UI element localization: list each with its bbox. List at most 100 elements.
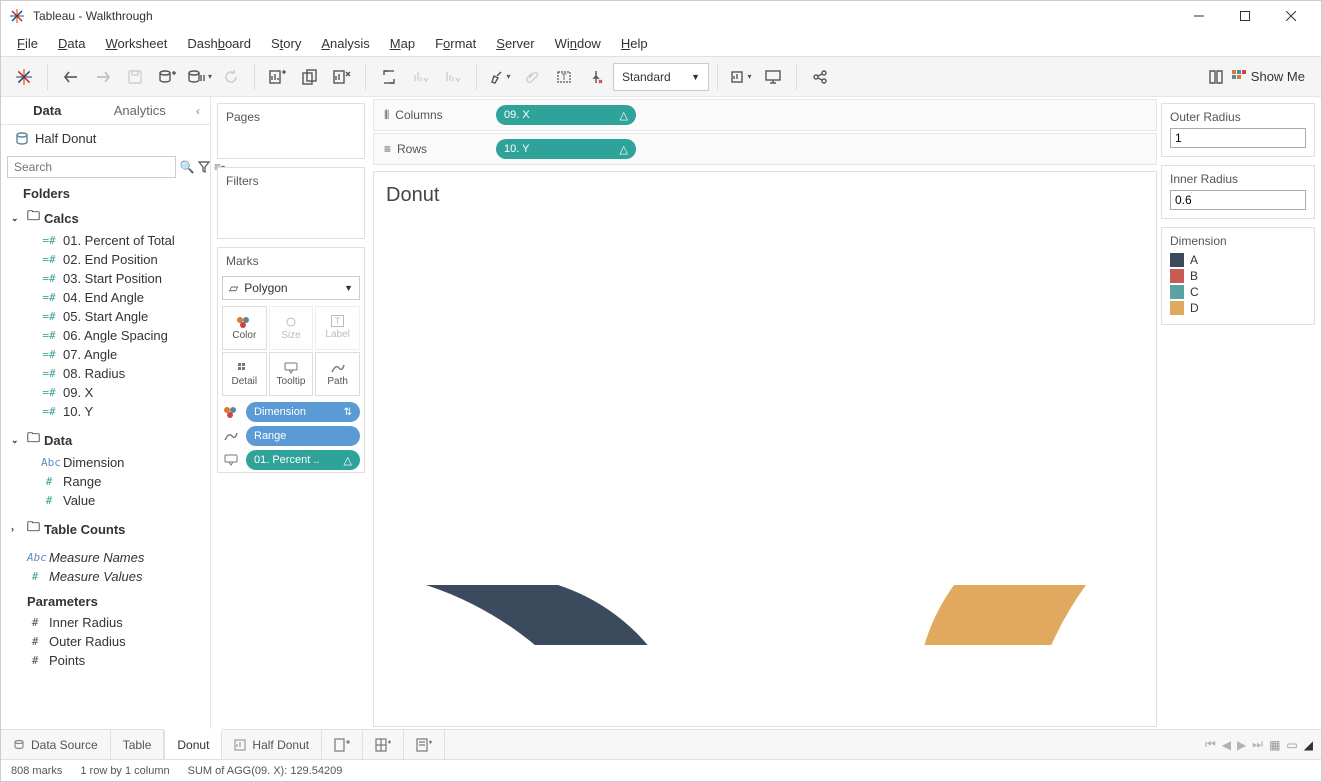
marks-label-button[interactable]: TLabel xyxy=(315,306,360,350)
folder-tablecounts[interactable]: › 🗀 Table Counts xyxy=(9,516,202,542)
field-item[interactable]: =#05. Start Angle xyxy=(9,307,202,326)
sort-tabs-icon[interactable]: ◢ xyxy=(1304,738,1313,752)
refresh-button[interactable] xyxy=(216,62,246,92)
labels-button[interactable]: T xyxy=(549,62,579,92)
legend-item[interactable]: C xyxy=(1170,284,1306,300)
save-button[interactable] xyxy=(120,62,150,92)
sort-desc-button[interactable] xyxy=(438,62,468,92)
menu-window[interactable]: Window xyxy=(547,34,609,53)
field-measure-names[interactable]: Abc Measure Names xyxy=(9,548,202,567)
visualization-canvas[interactable]: Donut xyxy=(373,171,1157,727)
columns-pill[interactable]: 09. X △ xyxy=(496,105,636,125)
rows-shelf[interactable]: ≡Rows 10. Y △ xyxy=(373,133,1157,165)
marks-pill[interactable]: 01. Percent ..△ xyxy=(222,450,360,470)
viz-title[interactable]: Donut xyxy=(386,184,1144,207)
menu-map[interactable]: Map xyxy=(382,34,423,53)
field-item[interactable]: #Range xyxy=(9,472,202,491)
show-cards-button[interactable]: ▾ xyxy=(726,62,756,92)
new-story-tab[interactable] xyxy=(404,730,445,759)
collapse-sidepane-button[interactable]: ‹ xyxy=(186,97,210,124)
new-datasource-button[interactable] xyxy=(152,62,182,92)
duplicate-button[interactable] xyxy=(295,62,325,92)
pin-button[interactable] xyxy=(581,62,611,92)
menu-story[interactable]: Story xyxy=(263,34,309,53)
menu-format[interactable]: Format xyxy=(427,34,484,53)
filmstrip-icon[interactable]: ▭ xyxy=(1286,738,1297,752)
rows-pill[interactable]: 10. Y △ xyxy=(496,139,636,159)
tab-data[interactable]: Data xyxy=(1,97,94,124)
legend-item[interactable]: D xyxy=(1170,300,1306,316)
search-icon[interactable]: 🔍 xyxy=(180,160,194,174)
field-item[interactable]: =#02. End Position xyxy=(9,250,202,269)
field-item[interactable]: =#08. Radius xyxy=(9,364,202,383)
columns-shelf[interactable]: ⦀Columns 09. X △ xyxy=(373,99,1157,131)
mark-type-dropdown[interactable]: ▱Polygon ▼ xyxy=(222,276,360,300)
folder-data[interactable]: ⌄ 🗀 Data xyxy=(9,427,202,453)
nav-prev-icon[interactable]: ◀ xyxy=(1222,738,1231,752)
presentation-button[interactable] xyxy=(758,62,788,92)
marks-pill[interactable]: Range xyxy=(222,426,360,446)
share-button[interactable] xyxy=(805,62,835,92)
menu-analysis[interactable]: Analysis xyxy=(313,34,377,53)
window-maximize-button[interactable] xyxy=(1223,2,1267,30)
marks-tooltip-button[interactable]: Tooltip xyxy=(269,352,314,396)
field-item[interactable]: =#04. End Angle xyxy=(9,288,202,307)
folder-calcs[interactable]: ⌄ 🗀 Calcs xyxy=(9,205,202,231)
swap-button[interactable] xyxy=(374,62,404,92)
guide-icon[interactable] xyxy=(1207,68,1225,86)
attach-button[interactable] xyxy=(517,62,547,92)
filter-icon[interactable] xyxy=(198,160,210,174)
tableau-home-icon[interactable] xyxy=(9,62,39,92)
new-dashboard-tab[interactable] xyxy=(363,730,404,759)
field-item[interactable]: =#07. Angle xyxy=(9,345,202,364)
menu-help[interactable]: Help xyxy=(613,34,656,53)
field-item[interactable]: =#10. Y xyxy=(9,402,202,421)
marks-pill[interactable]: Dimension⇅ xyxy=(222,402,360,422)
menu-server[interactable]: Server xyxy=(488,34,542,53)
showme-button[interactable]: Show Me xyxy=(1231,69,1305,85)
highlight-button[interactable]: ▾ xyxy=(485,62,515,92)
pause-updates-button[interactable]: ▾ xyxy=(184,62,214,92)
window-close-button[interactable] xyxy=(1269,2,1313,30)
window-minimize-button[interactable] xyxy=(1177,2,1221,30)
field-item[interactable]: =#03. Start Position xyxy=(9,269,202,288)
nav-next-icon[interactable]: ▶ xyxy=(1237,738,1246,752)
inner-radius-input[interactable] xyxy=(1170,190,1306,210)
nav-first-icon[interactable]: ⏮ xyxy=(1205,737,1216,752)
undo-button[interactable] xyxy=(56,62,86,92)
field-item[interactable]: =#01. Percent of Total xyxy=(9,231,202,250)
search-input[interactable] xyxy=(7,156,176,178)
outer-radius-input[interactable] xyxy=(1170,128,1306,148)
redo-button[interactable] xyxy=(88,62,118,92)
field-item[interactable]: AbcDimension xyxy=(9,453,202,472)
sheet-tab[interactable]: Donut xyxy=(164,729,222,759)
nav-last-icon[interactable]: ⏭ xyxy=(1252,737,1263,752)
new-worksheet-button[interactable] xyxy=(263,62,293,92)
menu-worksheet[interactable]: Worksheet xyxy=(97,34,175,53)
sheet-tab[interactable]: Table xyxy=(111,730,165,759)
menu-file[interactable]: File xyxy=(9,34,46,53)
sheet-tab[interactable]: Half Donut xyxy=(222,730,322,759)
grid-view-icon[interactable]: ▦ xyxy=(1269,738,1280,752)
new-worksheet-tab[interactable] xyxy=(322,730,363,759)
menu-dashboard[interactable]: Dashboard xyxy=(179,34,259,53)
legend-item[interactable]: B xyxy=(1170,268,1306,284)
fit-dropdown[interactable]: Standard ▼ xyxy=(613,63,709,91)
marks-size-button[interactable]: Size xyxy=(269,306,314,350)
parameter-item[interactable]: #Inner Radius xyxy=(9,613,202,632)
parameter-item[interactable]: #Outer Radius xyxy=(9,632,202,651)
marks-color-button[interactable]: Color xyxy=(222,306,267,350)
field-measure-values[interactable]: # Measure Values xyxy=(9,567,202,586)
datasource-row[interactable]: Half Donut xyxy=(1,125,210,152)
marks-path-button[interactable]: Path xyxy=(315,352,360,396)
parameter-item[interactable]: #Points xyxy=(9,651,202,670)
marks-detail-button[interactable]: Detail xyxy=(222,352,267,396)
field-item[interactable]: =#09. X xyxy=(9,383,202,402)
legend-item[interactable]: A xyxy=(1170,252,1306,268)
filters-shelf[interactable]: Filters xyxy=(217,167,365,239)
clear-button[interactable] xyxy=(327,62,357,92)
field-item[interactable]: #Value xyxy=(9,491,202,510)
menu-data[interactable]: Data xyxy=(50,34,93,53)
tab-datasource[interactable]: Data Source xyxy=(1,730,111,759)
tab-analytics[interactable]: Analytics xyxy=(94,97,187,124)
